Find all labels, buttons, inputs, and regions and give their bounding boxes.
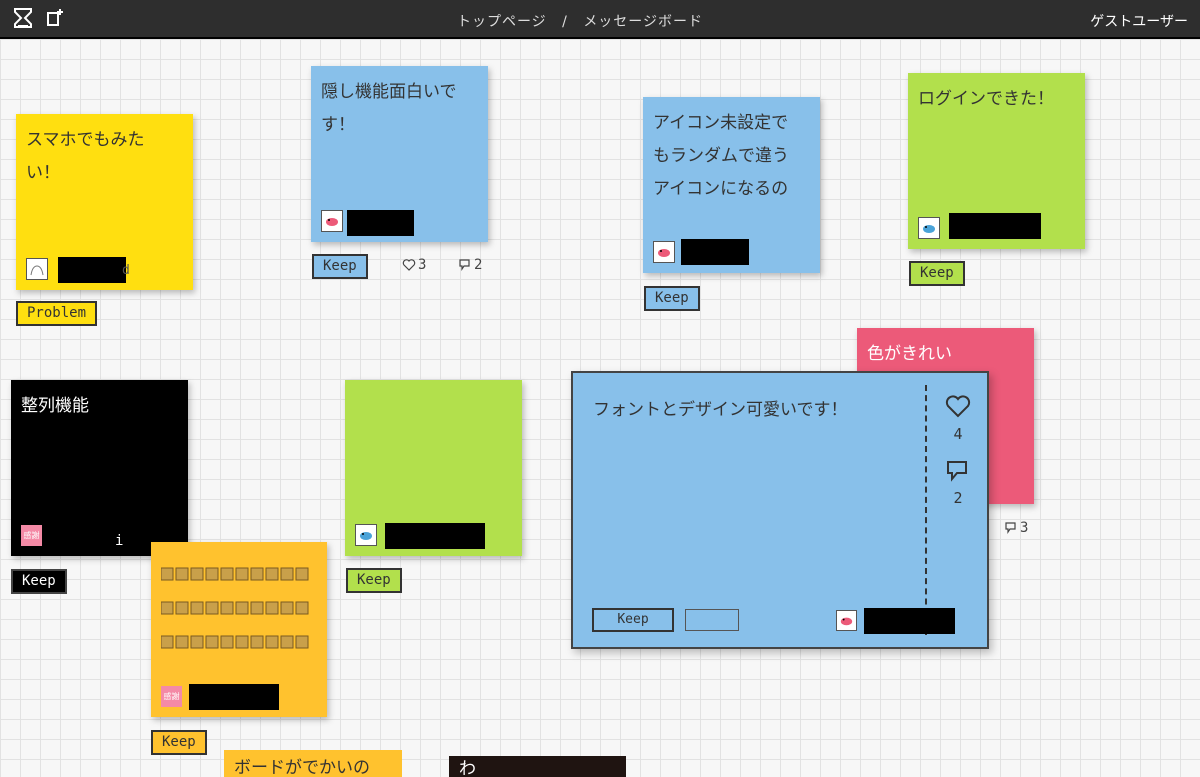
note-tag[interactable]: Keep bbox=[909, 261, 965, 286]
like-count[interactable]: 3 bbox=[402, 257, 426, 273]
comment-icon bbox=[947, 461, 967, 482]
detail-tag-input[interactable] bbox=[685, 609, 739, 631]
note-text: ログインできた！ bbox=[918, 89, 1054, 109]
avatar bbox=[26, 258, 48, 280]
redacted-author bbox=[949, 213, 1041, 239]
note-detail-panel[interactable]: フォントとデザイン可愛いです！ 4 2 Keep bbox=[571, 371, 989, 649]
sticky-note[interactable]: 隠し機能面白いで す！ bbox=[311, 66, 488, 242]
note-emoji-grid bbox=[160, 562, 309, 664]
breadcrumb-separator: / bbox=[562, 14, 568, 30]
note-tag[interactable]: Problem bbox=[16, 301, 98, 326]
avatar: 感謝 bbox=[161, 686, 182, 707]
detail-keep-tag[interactable]: Keep bbox=[592, 608, 674, 632]
note-text: アイコン未設定で もランダムで違う アイコンになるの bbox=[653, 113, 789, 199]
avatar-label: 感謝 bbox=[23, 531, 40, 540]
redacted-author bbox=[864, 608, 955, 634]
note-text: 整列機能 bbox=[21, 396, 89, 416]
redacted-author bbox=[681, 239, 749, 265]
comment-count-value: 3 bbox=[1020, 520, 1029, 536]
comment-count-value: 2 bbox=[474, 257, 483, 273]
detail-divider bbox=[925, 385, 927, 635]
author-name-tail: d bbox=[122, 263, 130, 278]
detail-comment-count: 2 bbox=[953, 489, 963, 507]
sticky-note[interactable]: わ bbox=[449, 756, 626, 777]
note-tag[interactable]: Keep bbox=[346, 568, 402, 593]
sticky-note[interactable]: ボードがでかいの bbox=[224, 750, 402, 777]
avatar: 感謝 bbox=[21, 525, 42, 546]
top-bar: トップページ / メッセージボード ゲストユーザー bbox=[0, 0, 1200, 39]
bird-avatar-icon bbox=[321, 210, 343, 232]
note-text: 隠し機能面白いで す！ bbox=[321, 82, 457, 135]
detail-text: フォントとデザイン可愛いです！ bbox=[593, 400, 848, 420]
breadcrumb: トップページ / メッセージボード bbox=[0, 11, 1160, 31]
sticky-note[interactable]: アイコン未設定で もランダムで違う アイコンになるの bbox=[643, 97, 820, 273]
note-text: スマホでもみた い！ bbox=[26, 130, 145, 183]
sticky-note[interactable] bbox=[345, 380, 522, 556]
heart-icon bbox=[945, 395, 971, 418]
comment-icon bbox=[459, 259, 470, 271]
note-text: わ bbox=[459, 759, 476, 777]
note-tag[interactable]: Keep bbox=[151, 730, 207, 755]
comment-count[interactable]: 2 bbox=[458, 257, 482, 273]
detail-comment-button[interactable]: 2 bbox=[943, 459, 973, 507]
author-name-tail: i bbox=[115, 533, 124, 549]
bird-avatar-icon bbox=[653, 241, 675, 263]
detail-like-button[interactable]: 4 bbox=[943, 395, 973, 443]
bird-avatar-icon bbox=[836, 610, 857, 631]
redacted-author bbox=[385, 523, 485, 549]
emoji-row bbox=[160, 562, 309, 596]
sticky-note[interactable]: 整列機能 感謝 i bbox=[11, 380, 188, 556]
heart-icon bbox=[402, 259, 416, 271]
comment-icon bbox=[1005, 522, 1016, 534]
sticky-note[interactable]: ログインできた！ bbox=[908, 73, 1085, 249]
user-name[interactable]: ゲストユーザー bbox=[1090, 11, 1188, 31]
emoji-row bbox=[160, 630, 309, 664]
emoji-row bbox=[160, 596, 309, 630]
redacted-author bbox=[189, 684, 279, 710]
redacted-author bbox=[347, 210, 414, 236]
note-text: 色がきれい bbox=[867, 344, 952, 364]
note-tag[interactable]: Keep bbox=[644, 286, 700, 311]
detail-like-count: 4 bbox=[953, 425, 963, 443]
note-tag[interactable]: Keep bbox=[312, 254, 368, 279]
avatar-label: 感謝 bbox=[163, 692, 180, 701]
like-count-value: 3 bbox=[418, 257, 427, 273]
note-tag[interactable]: Keep bbox=[11, 569, 67, 594]
sticky-note[interactable]: スマホでもみた い！ d bbox=[16, 114, 193, 290]
bird-avatar-icon bbox=[355, 524, 377, 546]
breadcrumb-current: メッセージボード bbox=[583, 14, 704, 30]
comment-count[interactable]: 3 bbox=[1004, 520, 1028, 536]
note-text: ボードがでかいの bbox=[234, 758, 370, 777]
redacted-author bbox=[58, 257, 126, 283]
sticky-note[interactable]: 感謝 bbox=[151, 542, 327, 717]
bird-avatar-icon bbox=[918, 217, 940, 239]
breadcrumb-home[interactable]: トップページ bbox=[457, 14, 547, 30]
